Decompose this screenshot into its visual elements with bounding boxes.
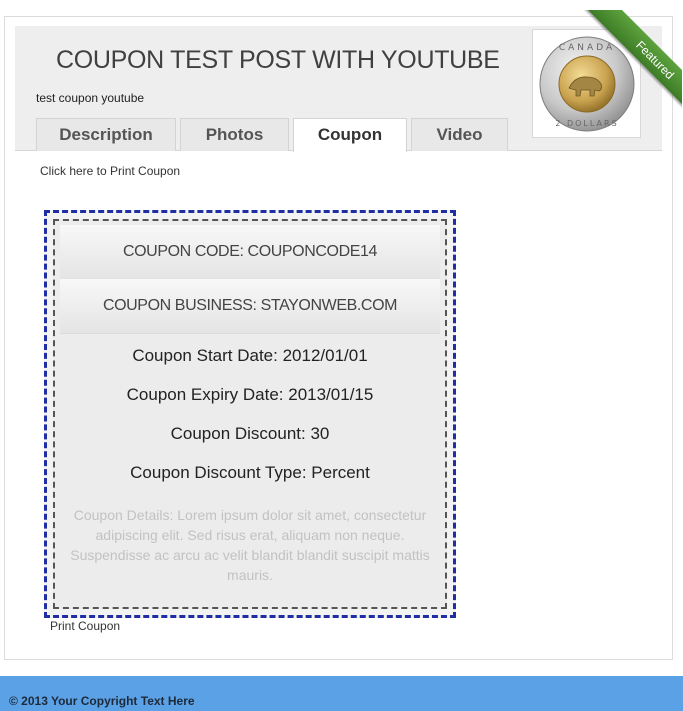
tab-description[interactable]: Description xyxy=(36,118,176,151)
coin-top-text: CANADA xyxy=(559,43,615,53)
footer-copyright: © 2013 Your Copyright Text Here xyxy=(9,694,195,708)
coin-bottom-text: 2 DOLLARS xyxy=(555,119,618,128)
print-coupon-link-top[interactable]: Click here to Print Coupon xyxy=(40,164,180,178)
post-subtitle: test coupon youtube xyxy=(36,91,145,105)
coupon-expiry-date: Coupon Expiry Date: 2013/01/15 xyxy=(126,385,374,404)
page-title: COUPON TEST POST WITH YOUTUBE xyxy=(56,46,500,74)
coupon-business: COUPON BUSINESS: STAYONWEB.COM xyxy=(60,279,440,334)
tab-coupon[interactable]: Coupon xyxy=(293,118,407,152)
coupon-code: COUPON CODE: COUPONCODE14 xyxy=(60,225,440,280)
coupon-discount-type: Coupon Discount Type: Percent xyxy=(130,463,370,482)
featured-thumbnail[interactable]: CANADA 2 DOLLARS xyxy=(532,29,641,138)
coupon-start-date: Coupon Start Date: 2012/01/01 xyxy=(132,346,368,365)
coupon-inner-border: COUPON CODE: COUPONCODE14 COUPON BUSINES… xyxy=(53,219,447,609)
coin-image: CANADA 2 DOLLARS xyxy=(539,36,635,132)
print-coupon-link-bottom[interactable]: Print Coupon xyxy=(50,619,120,633)
coupon-box: COUPON CODE: COUPONCODE14 COUPON BUSINES… xyxy=(44,210,456,618)
coupon-details: Coupon Details: Lorem ipsum dolor sit am… xyxy=(70,507,430,583)
coupon-discount: Coupon Discount: 30 xyxy=(170,424,330,443)
tab-video[interactable]: Video xyxy=(411,118,508,151)
tab-photos[interactable]: Photos xyxy=(180,118,289,151)
